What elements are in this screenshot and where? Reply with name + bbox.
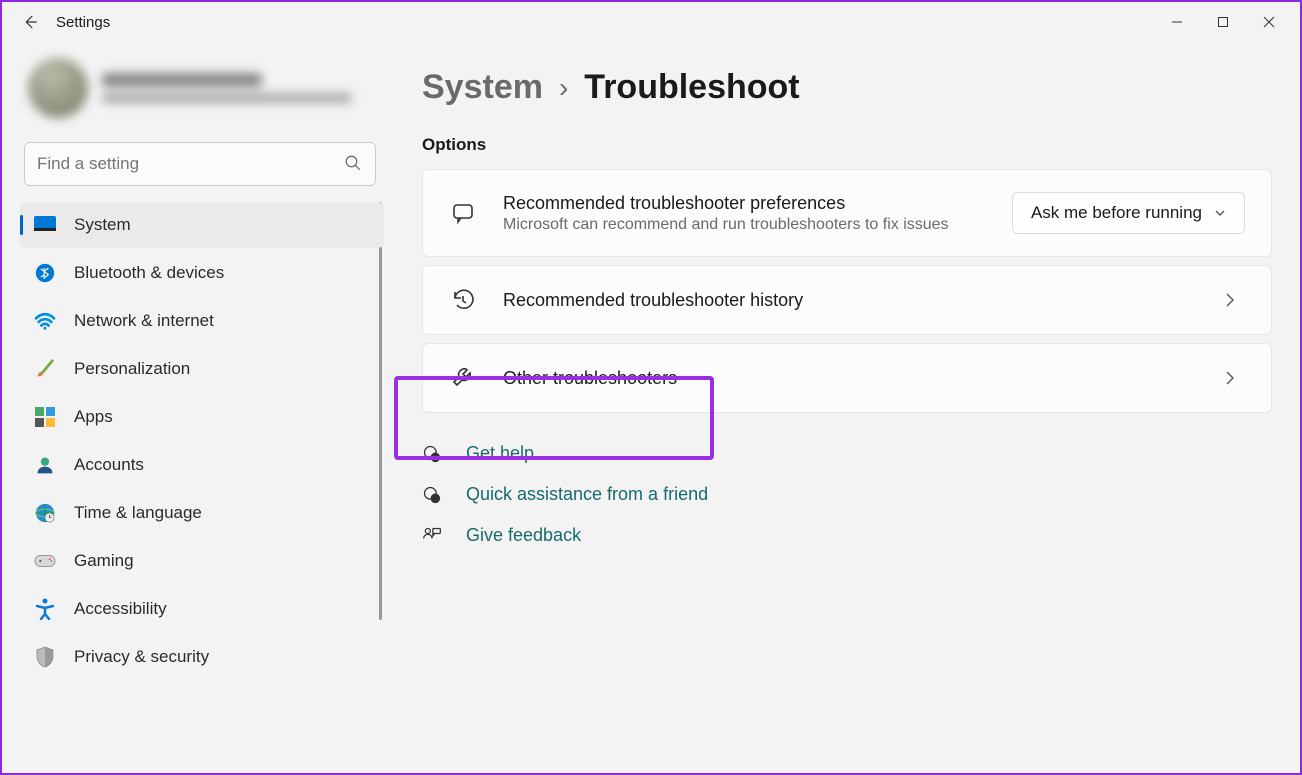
sidebar-item-label: Time & language: [74, 503, 202, 523]
sidebar-item-system[interactable]: System: [20, 202, 384, 248]
sidebar-nav: System Bluetooth & devices Network & int…: [20, 202, 384, 680]
sidebar-item-personalization[interactable]: Personalization: [20, 346, 384, 392]
history-icon: [449, 288, 477, 312]
chevron-right-icon: ›: [559, 72, 568, 104]
card-troubleshooter-preferences: Recommended troubleshooter preferences M…: [422, 169, 1272, 257]
chevron-right-icon: [1225, 371, 1245, 385]
breadcrumb-current: Troubleshoot: [584, 68, 799, 107]
link-quick-assist[interactable]: ? Quick assistance from a friend: [422, 484, 1272, 505]
chevron-right-icon: [1225, 293, 1245, 307]
card-subtitle: Microsoft can recommend and run troubles…: [503, 216, 973, 234]
link-get-help[interactable]: ? Get help: [422, 443, 1272, 464]
sidebar-item-accessibility[interactable]: Accessibility: [20, 586, 384, 632]
search-input[interactable]: [24, 142, 376, 186]
card-title: Recommended troubleshooter history: [503, 290, 1199, 311]
help-icon: ?: [422, 444, 444, 464]
chevron-down-icon: [1214, 207, 1226, 219]
sidebar-item-label: Privacy & security: [74, 647, 209, 667]
card-troubleshooter-history[interactable]: Recommended troubleshooter history: [422, 265, 1272, 335]
sidebar-item-label: Personalization: [74, 359, 190, 379]
sidebar-item-bluetooth[interactable]: Bluetooth & devices: [20, 250, 384, 296]
user-email: [102, 93, 352, 103]
shield-icon: [34, 646, 56, 668]
link-text[interactable]: Get help: [466, 443, 534, 464]
sidebar-item-label: Apps: [74, 407, 113, 427]
user-name: [102, 73, 262, 87]
wifi-icon: [34, 310, 56, 332]
sidebar-item-label: System: [74, 215, 131, 235]
bluetooth-icon: [34, 262, 56, 284]
sidebar-item-privacy[interactable]: Privacy & security: [20, 634, 384, 680]
sidebar-item-label: Bluetooth & devices: [74, 263, 224, 283]
dropdown-value: Ask me before running: [1031, 203, 1202, 223]
close-button[interactable]: [1246, 6, 1292, 38]
sidebar-item-time-language[interactable]: Time & language: [20, 490, 384, 536]
sidebar-item-accounts[interactable]: Accounts: [20, 442, 384, 488]
link-text[interactable]: Give feedback: [466, 525, 581, 546]
titlebar: Settings: [2, 2, 1300, 42]
preferences-dropdown[interactable]: Ask me before running: [1012, 192, 1245, 234]
sidebar-item-network[interactable]: Network & internet: [20, 298, 384, 344]
link-give-feedback[interactable]: Give feedback: [422, 525, 1272, 546]
assist-icon: ?: [422, 485, 444, 505]
system-icon: [34, 214, 56, 236]
section-title-options: Options: [422, 135, 1272, 155]
minimize-button[interactable]: [1154, 6, 1200, 38]
sidebar-item-gaming[interactable]: Gaming: [20, 538, 384, 584]
sidebar: System Bluetooth & devices Network & int…: [2, 42, 392, 773]
person-icon: [34, 454, 56, 476]
back-button[interactable]: [10, 2, 50, 42]
globe-icon: [34, 502, 56, 524]
brush-icon: [34, 358, 56, 380]
breadcrumb: System › Troubleshoot: [422, 68, 1272, 107]
search-box[interactable]: [24, 142, 376, 186]
accessibility-icon: [34, 598, 56, 620]
link-text[interactable]: Quick assistance from a friend: [466, 484, 708, 505]
main-content: System › Troubleshoot Options Recommende…: [392, 42, 1300, 773]
wrench-icon: [449, 366, 477, 390]
user-account-header[interactable]: [20, 52, 384, 142]
card-other-troubleshooters[interactable]: Other troubleshooters: [422, 343, 1272, 413]
maximize-button[interactable]: [1200, 6, 1246, 38]
sidebar-item-label: Accounts: [74, 455, 144, 475]
window-title: Settings: [56, 14, 110, 31]
feedback-icon: [422, 526, 444, 546]
sidebar-item-apps[interactable]: Apps: [20, 394, 384, 440]
search-icon: [344, 154, 362, 172]
sidebar-item-label: Network & internet: [74, 311, 214, 331]
sidebar-item-label: Gaming: [74, 551, 134, 571]
sidebar-item-label: Accessibility: [74, 599, 167, 619]
card-title: Other troubleshooters: [503, 368, 1199, 389]
gamepad-icon: [34, 550, 56, 572]
avatar: [28, 58, 88, 118]
chat-icon: [449, 201, 477, 225]
help-links: ? Get help ? Quick assistance from a fri…: [422, 443, 1272, 546]
apps-icon: [34, 406, 56, 428]
card-title: Recommended troubleshooter preferences: [503, 193, 986, 214]
breadcrumb-parent[interactable]: System: [422, 68, 543, 107]
